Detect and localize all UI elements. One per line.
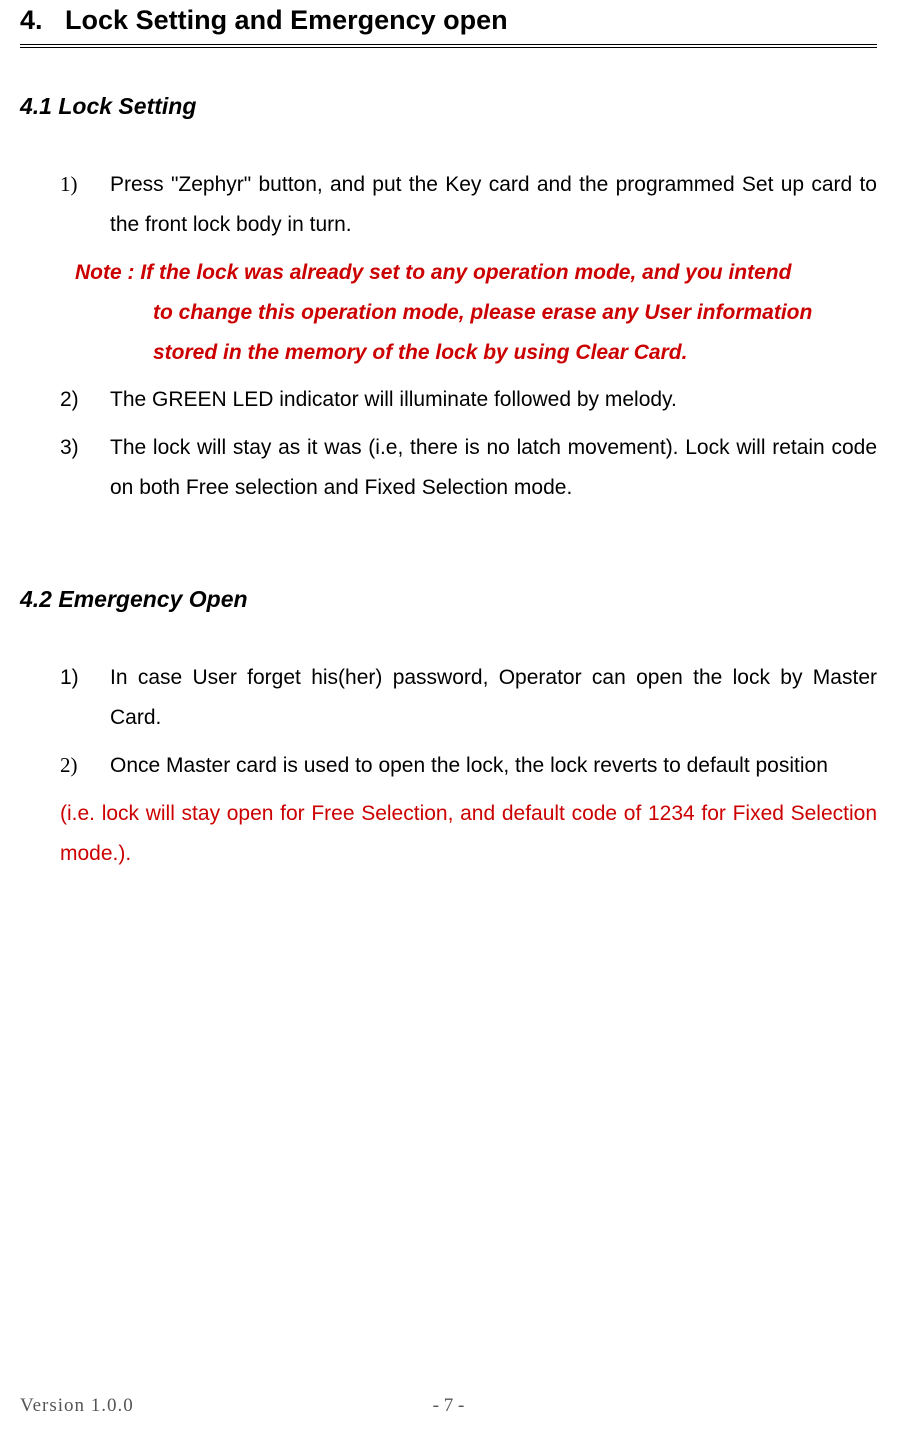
list-item: 2) The GREEN LED indicator will illumina… <box>60 380 877 420</box>
chapter-number: 4. <box>20 5 43 35</box>
list-item: 1) In case User forget his(her) password… <box>60 658 877 738</box>
chapter-title-text: Lock Setting and Emergency open <box>65 5 508 35</box>
note-label: Note : <box>75 261 140 284</box>
list-item: 3) The lock will stay as it was (i.e, th… <box>60 428 877 508</box>
footer: Version 1.0.0 - 7 - <box>20 1395 877 1417</box>
list-number: 2) <box>60 746 110 786</box>
section-41-title: 4.1 Lock Setting <box>20 93 877 120</box>
note-line3: stored in the memory of the lock by usin… <box>75 333 877 373</box>
list-number: 2) <box>60 380 110 420</box>
list-text: The GREEN LED indicator will illuminate … <box>110 380 877 420</box>
section-42-content: 1) In case User forget his(her) password… <box>20 658 877 873</box>
list-number: 3) <box>60 428 110 508</box>
footer-page: - 7 - <box>433 1395 465 1417</box>
section-41-content: 1) Press "Zephyr" button, and put the Ke… <box>20 165 877 508</box>
note-line2: to change this operation mode, please er… <box>75 293 877 333</box>
chapter-title: 4. Lock Setting and Emergency open <box>20 5 877 48</box>
note-block: Note : If the lock was already set to an… <box>60 253 877 373</box>
red-note: (i.e. lock will stay open for Free Selec… <box>60 794 877 874</box>
footer-version: Version 1.0.0 <box>20 1395 134 1417</box>
list-item: 2) Once Master card is used to open the … <box>60 746 877 786</box>
list-text: Once Master card is used to open the loc… <box>110 746 877 786</box>
list-number: 1) <box>60 658 110 738</box>
list-number: 1) <box>60 165 110 245</box>
section-42-title: 4.2 Emergency Open <box>20 586 877 613</box>
list-text: The lock will stay as it was (i.e, there… <box>110 428 877 508</box>
list-text: In case User forget his(her) password, O… <box>110 658 877 738</box>
list-text: Press "Zephyr" button, and put the Key c… <box>110 165 877 245</box>
note-line1: If the lock was already set to any opera… <box>140 261 791 284</box>
list-item: 1) Press "Zephyr" button, and put the Ke… <box>60 165 877 245</box>
